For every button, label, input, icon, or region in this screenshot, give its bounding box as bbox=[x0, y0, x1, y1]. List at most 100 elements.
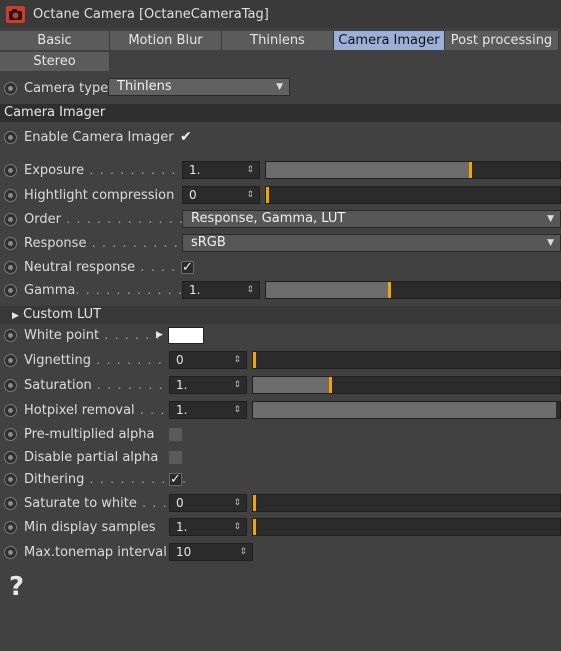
premultiplied-checkbox[interactable] bbox=[169, 428, 182, 441]
stepper-icon: ⇕ bbox=[239, 547, 247, 557]
vignetting-slider[interactable] bbox=[252, 351, 561, 369]
saturation-row: Saturation . . . . . . . . . 1. ⇕ bbox=[0, 374, 561, 396]
saturate-white-input[interactable]: 0 ⇕ bbox=[169, 494, 247, 512]
tab-stereo[interactable]: Stereo bbox=[0, 52, 110, 71]
keyframe-radio[interactable] bbox=[4, 545, 17, 559]
saturation-slider[interactable] bbox=[252, 376, 561, 394]
slider-handle bbox=[388, 282, 391, 298]
keyframe-radio[interactable] bbox=[4, 328, 17, 342]
saturate-white-row: Saturate to white . . . 0 ⇕ bbox=[0, 492, 561, 514]
tab-post-processing[interactable]: Post processing bbox=[445, 31, 559, 50]
keyframe-radio[interactable] bbox=[4, 188, 17, 202]
keyframe-radio[interactable] bbox=[4, 403, 17, 417]
slider-handle bbox=[253, 352, 256, 368]
stepper-icon: ⇕ bbox=[233, 355, 241, 365]
exposure-input[interactable]: 1. ⇕ bbox=[182, 161, 260, 179]
partial-alpha-row: Disable partial alpha bbox=[0, 446, 561, 468]
min-samples-row: Min display samples 1. ⇕ bbox=[0, 516, 561, 538]
keyframe-radio[interactable] bbox=[4, 378, 17, 392]
vignetting-input[interactable]: 0 ⇕ bbox=[169, 351, 247, 369]
response-label: Response . . . . . . . . . . . bbox=[24, 235, 200, 251]
expand-triangle-icon[interactable]: ▶ bbox=[156, 330, 163, 340]
hotpixel-slider[interactable] bbox=[252, 401, 561, 419]
keyframe-radio[interactable] bbox=[4, 163, 17, 177]
hotpixel-label: Hotpixel removal . . . . bbox=[24, 402, 176, 418]
camera-type-row: Camera type Thinlens ▼ bbox=[0, 77, 561, 99]
tab-thinlens[interactable]: Thinlens bbox=[222, 31, 334, 50]
saturation-input[interactable]: 1. ⇕ bbox=[169, 376, 247, 394]
gamma-input[interactable]: 1. ⇕ bbox=[182, 281, 260, 299]
slider-handle bbox=[469, 162, 472, 178]
exposure-slider[interactable] bbox=[265, 161, 561, 179]
camera-type-dropdown[interactable]: Thinlens ▼ bbox=[108, 78, 290, 96]
neutral-response-checkbox[interactable]: ✓ bbox=[181, 261, 194, 274]
min-samples-input[interactable]: 1. ⇕ bbox=[169, 518, 247, 536]
camera-type-value: Thinlens bbox=[117, 79, 172, 94]
keyframe-radio[interactable] bbox=[4, 353, 17, 367]
max-tonemap-row: Max.tonemap interval 10 ⇕ bbox=[0, 541, 561, 563]
min-samples-slider[interactable] bbox=[252, 518, 561, 536]
premultiplied-row: Pre-multiplied alpha bbox=[0, 423, 561, 445]
keyframe-radio[interactable] bbox=[4, 427, 17, 441]
title-bar: Octane Camera [OctaneCameraTag] bbox=[0, 0, 561, 28]
response-row: Response . . . . . . . . . . . sRGB ▼ bbox=[0, 232, 561, 254]
neutral-response-label: Neutral response . . . . . bbox=[24, 259, 187, 275]
keyframe-radio[interactable] bbox=[4, 283, 17, 297]
highlight-slider[interactable] bbox=[265, 186, 561, 204]
hotpixel-input[interactable]: 1. ⇕ bbox=[169, 401, 247, 419]
stepper-icon: ⇕ bbox=[233, 522, 241, 532]
enable-imager-checkbox[interactable]: ✔ bbox=[180, 129, 192, 145]
neutral-response-row: Neutral response . . . . . ✓ bbox=[0, 256, 561, 278]
camera-icon bbox=[6, 5, 25, 23]
window-title: Octane Camera [OctaneCameraTag] bbox=[33, 6, 269, 22]
chevron-down-icon: ▼ bbox=[276, 82, 283, 92]
stepper-icon: ⇕ bbox=[233, 498, 241, 508]
chevron-down-icon: ▼ bbox=[547, 238, 554, 248]
gamma-row: Gamma. . . . . . . . . . . . . 1. ⇕ bbox=[0, 279, 561, 301]
tab-motion-blur[interactable]: Motion Blur bbox=[110, 31, 222, 50]
vignetting-label: Vignetting . . . . . . . . . bbox=[24, 352, 184, 368]
stepper-icon: ⇕ bbox=[233, 405, 241, 415]
partial-alpha-label: Disable partial alpha bbox=[24, 449, 159, 465]
saturate-white-label: Saturate to white . . . bbox=[24, 495, 168, 511]
highlight-label: Hightlight compression bbox=[24, 187, 175, 203]
gamma-slider[interactable] bbox=[265, 281, 561, 299]
premultiplied-label: Pre-multiplied alpha bbox=[24, 426, 155, 442]
white-point-color-swatch[interactable] bbox=[168, 327, 204, 344]
enable-imager-label: Enable Camera Imager bbox=[24, 129, 174, 145]
hotpixel-row: Hotpixel removal . . . . 1. ⇕ bbox=[0, 399, 561, 421]
vignetting-row: Vignetting . . . . . . . . . 0 ⇕ bbox=[0, 349, 561, 371]
keyframe-radio[interactable] bbox=[4, 450, 17, 464]
stepper-icon: ⇕ bbox=[233, 380, 241, 390]
keyframe-radio[interactable] bbox=[4, 130, 17, 144]
saturation-label: Saturation . . . . . . . . . bbox=[24, 377, 185, 393]
highlight-input[interactable]: 0 ⇕ bbox=[182, 186, 260, 204]
tab-camera-imager[interactable]: Camera Imager bbox=[334, 31, 445, 50]
help-icon[interactable]: ? bbox=[9, 572, 24, 602]
keyframe-radio[interactable] bbox=[4, 236, 17, 250]
camera-type-label: Camera type bbox=[24, 80, 109, 96]
max-tonemap-input[interactable]: 10 ⇕ bbox=[169, 543, 253, 561]
keyframe-radio[interactable] bbox=[4, 212, 17, 226]
exposure-label: Exposure . . . . . . . . . . . bbox=[24, 162, 198, 178]
dithering-checkbox[interactable]: ✓ bbox=[169, 473, 182, 486]
section-custom-lut[interactable]: ▶ Custom LUT bbox=[0, 306, 561, 324]
partial-alpha-checkbox[interactable] bbox=[169, 451, 182, 464]
saturate-white-slider[interactable] bbox=[252, 494, 561, 512]
tab-basic[interactable]: Basic bbox=[0, 31, 110, 50]
slider-handle bbox=[253, 519, 256, 535]
keyframe-radio[interactable] bbox=[4, 496, 17, 510]
dithering-label: Dithering . . . . . . . . . . bbox=[24, 471, 188, 487]
keyframe-radio[interactable] bbox=[4, 81, 17, 95]
keyframe-radio[interactable] bbox=[4, 472, 17, 486]
response-dropdown[interactable]: sRGB ▼ bbox=[182, 234, 561, 252]
order-row: Order . . . . . . . . . . . . . . Respon… bbox=[0, 208, 561, 230]
order-dropdown[interactable]: Response, Gamma, LUT ▼ bbox=[182, 210, 561, 228]
keyframe-radio[interactable] bbox=[4, 520, 17, 534]
expand-triangle-icon: ▶ bbox=[12, 311, 19, 321]
keyframe-radio[interactable] bbox=[4, 260, 17, 274]
stepper-icon: ⇕ bbox=[246, 285, 254, 295]
white-point-row: White point . . . . . . ▶ bbox=[0, 324, 561, 346]
exposure-row: Exposure . . . . . . . . . . . 1. ⇕ bbox=[0, 159, 561, 181]
stepper-icon: ⇕ bbox=[246, 190, 254, 200]
